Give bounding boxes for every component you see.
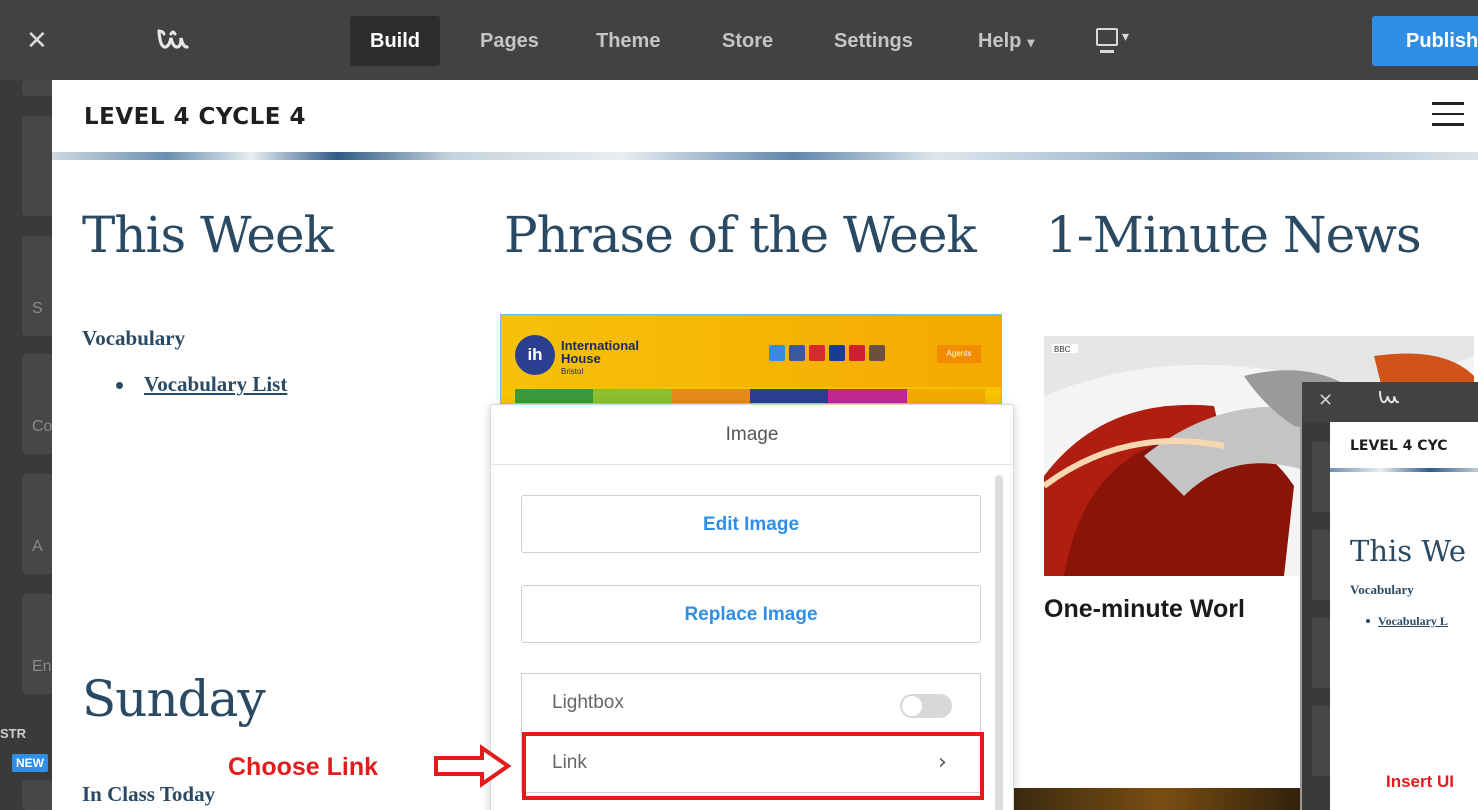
ih-logo-icon: ih [515, 335, 555, 375]
chevron-down-icon: ▾ [1122, 28, 1130, 44]
lightbox-row[interactable]: Lightbox [521, 673, 981, 733]
sidebar-section-label: STR [0, 726, 26, 741]
device-preview-icon[interactable]: ▾ [1090, 24, 1140, 58]
sidebar-tile-letter: En [32, 658, 52, 675]
bbc-badge: BBC [1054, 345, 1071, 354]
sidebar-tile-letter: Co [32, 418, 53, 435]
news-image-2[interactable] [1012, 788, 1312, 810]
weebly-logo-icon [1378, 388, 1400, 411]
image-org-line3: Bristol [561, 367, 584, 376]
inset-screenshot: ✕ LEVEL 4 CYC This We Vocabulary Vocabul… [1300, 382, 1478, 810]
twitter-icon [769, 345, 785, 361]
tab-pages[interactable]: Pages [460, 16, 559, 66]
annotation-arrow-icon [434, 744, 512, 788]
close-icon[interactable]: ✕ [26, 26, 48, 56]
youtube-icon [809, 345, 825, 361]
tab-store[interactable]: Store [702, 16, 793, 66]
inset-site-title: LEVEL 4 CYC [1350, 438, 1448, 454]
banner-strip [52, 152, 1478, 160]
sidebar-tile-letter: S [32, 300, 43, 317]
image-menu-bar [515, 389, 985, 403]
news-heading[interactable]: 1-Minute News [1046, 206, 1422, 264]
popover-title: Image [491, 405, 1013, 465]
inset-banner-strip [1330, 468, 1478, 472]
lightbox-toggle[interactable] [900, 694, 952, 718]
tab-settings[interactable]: Settings [814, 16, 933, 66]
popover-scrollbar[interactable] [995, 475, 1003, 810]
inset-sidebar [1302, 422, 1330, 810]
vocabulary-subheading[interactable]: Vocabulary [82, 326, 185, 351]
bullet [1366, 619, 1370, 623]
tab-build[interactable]: Build [350, 16, 440, 66]
pinterest-icon [849, 345, 865, 361]
annotation-highlight-box [522, 732, 984, 800]
new-badge: NEW [12, 754, 48, 772]
sidebar-tile-co[interactable]: Co [22, 354, 52, 454]
inset-topbar: ✕ [1302, 382, 1478, 422]
image-org-line2: House [561, 351, 601, 366]
site-title[interactable]: LEVEL 4 CYCLE 4 [84, 104, 306, 130]
bullet [116, 382, 123, 389]
sidebar-tile[interactable] [22, 116, 52, 216]
sidebar-tile-a[interactable]: A [22, 474, 52, 574]
in-class-today-subheading[interactable]: In Class Today [82, 782, 215, 807]
replace-image-button[interactable]: Replace Image [521, 585, 981, 643]
sidebar-tile[interactable] [22, 780, 52, 810]
editor-topbar: ✕ Build Pages Theme Store Settings Help ▾… [0, 0, 1478, 80]
chevron-down-icon: ▾ [1027, 34, 1035, 50]
weebly-logo-icon[interactable] [156, 26, 190, 59]
sidebar-tile-s[interactable]: S [22, 236, 52, 336]
sidebar-tile[interactable] [22, 80, 52, 96]
annotation-text: Choose Link [228, 753, 379, 781]
facebook-icon [789, 345, 805, 361]
hamburger-menu-icon[interactable] [1432, 102, 1464, 128]
monitor-icon [1096, 28, 1118, 46]
social-icons [769, 345, 885, 361]
inset-link: Vocabulary L [1378, 614, 1448, 628]
site-canvas: LEVEL 4 CYCLE 4 This Week Vocabulary Voc… [52, 80, 1478, 810]
flickr-icon [829, 345, 845, 361]
site-header: LEVEL 4 CYCLE 4 [52, 80, 1478, 156]
toggle-knob [902, 696, 922, 716]
tab-help-label: Help [978, 30, 1022, 52]
phrase-heading[interactable]: Phrase of the Week [504, 206, 977, 264]
phrase-image[interactable]: ih International House Bristol Agents [500, 314, 1002, 410]
edit-image-button[interactable]: Edit Image [521, 495, 981, 553]
inset-insert-annotation: Insert UI [1386, 772, 1455, 791]
tab-help[interactable]: Help ▾ [958, 16, 1054, 66]
image-agents-label: Agents [937, 345, 981, 363]
sunday-heading[interactable]: Sunday [82, 670, 266, 728]
image-org-name: International House Bristol [561, 339, 639, 378]
vocabulary-list-link[interactable]: Vocabulary List [144, 372, 287, 397]
inset-subheading: Vocabulary [1350, 582, 1414, 597]
element-sidebar: S Co A En STR NEW [0, 80, 52, 810]
inset-heading: This We [1350, 534, 1466, 568]
tab-theme[interactable]: Theme [576, 16, 680, 66]
close-icon: ✕ [1318, 390, 1334, 411]
lightbox-label: Lightbox [552, 692, 624, 713]
publish-button[interactable]: Publish [1372, 16, 1478, 66]
instagram-icon [869, 345, 885, 361]
monitor-stand [1100, 50, 1114, 53]
news-caption[interactable]: One-minute Worl [1044, 595, 1245, 624]
sidebar-tile-en[interactable]: En [22, 594, 52, 694]
sidebar-tile-letter: A [32, 538, 43, 555]
this-week-heading[interactable]: This Week [82, 206, 334, 264]
